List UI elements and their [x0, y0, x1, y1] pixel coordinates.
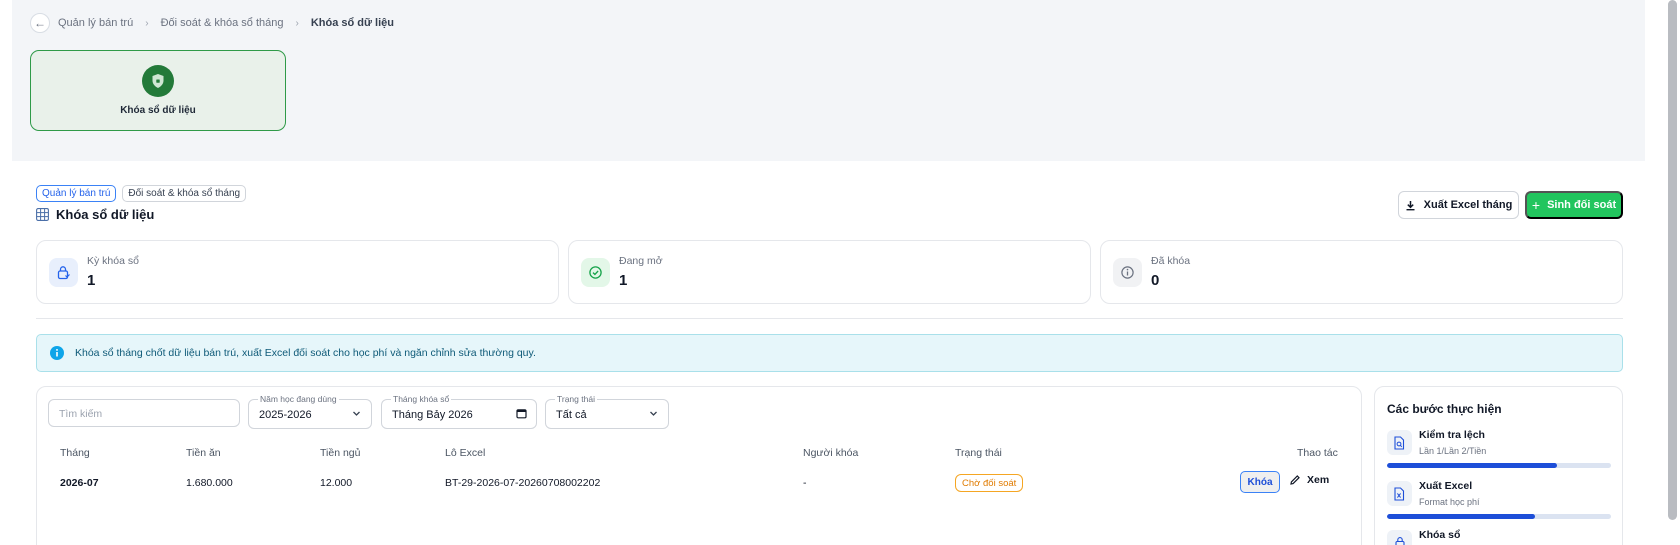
module-card-label: Khóa sổ dữ liệu — [120, 105, 196, 116]
step-progress — [1387, 514, 1611, 519]
stat-card-periods: Kỳ khóa sổ 1 — [36, 240, 559, 304]
status-filter-value: Tất cả — [556, 409, 587, 421]
stat-card-open: Đang mở 1 — [568, 240, 1091, 304]
view-button[interactable]: Xem — [1289, 474, 1329, 486]
stat-label: Đang mở — [619, 255, 663, 267]
step-name: Kiểm tra lệch — [1419, 429, 1485, 441]
info-circle-icon — [50, 346, 64, 360]
chevron-down-icon — [353, 411, 360, 416]
column-header-month: Tháng — [60, 447, 90, 459]
step-name: Xuất Excel — [1419, 480, 1473, 492]
cell-meal-fee: 1.680.000 — [186, 477, 233, 489]
search-input[interactable]: Tìm kiếm — [48, 399, 240, 427]
column-header-sleep-fee: Tiền ngủ — [320, 447, 361, 459]
lock-button[interactable]: Khóa — [1240, 471, 1280, 493]
tag-boarding: Quản lý bán trú — [36, 185, 117, 202]
lock-month-picker[interactable]: Tháng khóa sổ Tháng Bảy 2026 — [381, 394, 537, 429]
page-title-text: Khóa sổ dữ liệu — [56, 207, 155, 222]
info-banner: Khóa sổ tháng chốt dữ liệu bán trú, xuất… — [36, 334, 1623, 372]
stat-value: 1 — [87, 272, 96, 289]
chevron-down-icon — [650, 411, 657, 416]
module-card-data-lock[interactable]: Khóa sổ dữ liệu — [30, 50, 286, 131]
lock-icon — [1387, 530, 1412, 545]
export-excel-label: Xuất Excel tháng — [1423, 199, 1513, 211]
status-select[interactable]: Trạng thái Tất cả — [545, 394, 669, 429]
page-scrollbar[interactable] — [1665, 0, 1680, 545]
step-progress-fill — [1387, 463, 1558, 468]
check-circle-icon — [581, 258, 610, 287]
stat-label: Đã khóa — [1151, 255, 1191, 267]
stat-value: 0 — [1151, 272, 1160, 289]
cell-excel-batch: BT-29-2026-07-20260708002202 — [445, 477, 601, 489]
info-icon — [1113, 258, 1142, 287]
download-icon — [1406, 200, 1415, 210]
breadcrumb-item-current: Khóa sổ dữ liệu — [310, 17, 394, 29]
cell-locked-by: - — [803, 477, 807, 489]
lock-table-card: Tìm kiếm Năm học đang dùng 2025-2026 Thá… — [36, 386, 1362, 545]
file-excel-icon — [1387, 481, 1412, 506]
cell-month: 2026-07 — [60, 477, 99, 489]
breadcrumb: ← Quản lý bán trú › Đối soát & khóa sổ t… — [30, 13, 394, 33]
scrollbar-thumb[interactable] — [1668, 0, 1677, 520]
school-year-value: 2025-2026 — [259, 409, 312, 421]
generate-reconcile-button[interactable]: + Sinh đối soát — [1525, 191, 1623, 219]
step-progress-fill — [1387, 514, 1535, 519]
column-header-status: Trạng thái — [955, 447, 1002, 459]
calendar-icon[interactable] — [516, 408, 527, 419]
step-name: Khóa sổ — [1419, 529, 1461, 541]
pencil-icon — [1290, 475, 1300, 485]
column-header-actions: Thao tác — [1297, 447, 1338, 459]
export-excel-button[interactable]: Xuất Excel tháng — [1398, 191, 1519, 219]
cell-sleep-fee: 12.000 — [320, 477, 353, 489]
breadcrumb-item-boarding[interactable]: Quản lý bán trú — [58, 17, 133, 29]
lock-month-label: Tháng khóa sổ — [391, 394, 452, 404]
school-year-label: Năm học đang dùng — [258, 394, 339, 404]
stat-label: Kỳ khóa sổ — [87, 255, 139, 267]
shield-icon — [142, 65, 174, 97]
status-filter-label: Trạng thái — [555, 394, 597, 404]
table-grid-icon — [36, 208, 49, 221]
step-progress — [1387, 463, 1611, 468]
stat-value: 1 — [619, 272, 628, 289]
section-divider — [36, 318, 1623, 319]
generate-reconcile-label: Sinh đối soát — [1547, 199, 1617, 211]
info-banner-text: Khóa sổ tháng chốt dữ liệu bán trú, xuất… — [75, 347, 536, 359]
lock-month-value: Tháng Bảy 2026 — [392, 409, 473, 421]
step-subtitle: Lần 1/Lần 2/Tiền — [1419, 446, 1487, 456]
stat-card-locked: Đã khóa 0 — [1100, 240, 1623, 304]
steps-panel: Các bước thực hiện Kiểm tra lệch Lần 1/L… — [1374, 386, 1623, 545]
view-label: Xem — [1307, 474, 1330, 486]
breadcrumb-separator-icon: › — [295, 17, 299, 29]
back-arrow-icon[interactable]: ← — [30, 13, 50, 33]
breadcrumb-separator-icon: › — [145, 17, 149, 29]
plus-icon: + — [1531, 197, 1541, 213]
file-search-icon — [1387, 430, 1412, 455]
column-header-locked-by: Người khóa — [803, 447, 859, 459]
column-header-excel-batch: Lô Excel — [445, 447, 486, 459]
calendar-lock-icon — [49, 258, 78, 287]
column-header-meal-fee: Tiền ăn — [186, 447, 221, 459]
step-subtitle: Format học phí — [1419, 497, 1480, 507]
breadcrumb-item-reconcile[interactable]: Đối soát & khóa sổ tháng — [161, 17, 284, 29]
tag-reconcile: Đối soát & khóa sổ tháng — [122, 185, 247, 202]
steps-title: Các bước thực hiện — [1387, 402, 1502, 416]
page-title: Khóa sổ dữ liệu — [36, 207, 154, 222]
school-year-select[interactable]: Năm học đang dùng 2025-2026 — [248, 394, 372, 429]
context-tags: Quản lý bán trú Đối soát & khóa sổ tháng — [36, 185, 247, 202]
status-badge: Chờ đối soát — [955, 474, 1024, 492]
